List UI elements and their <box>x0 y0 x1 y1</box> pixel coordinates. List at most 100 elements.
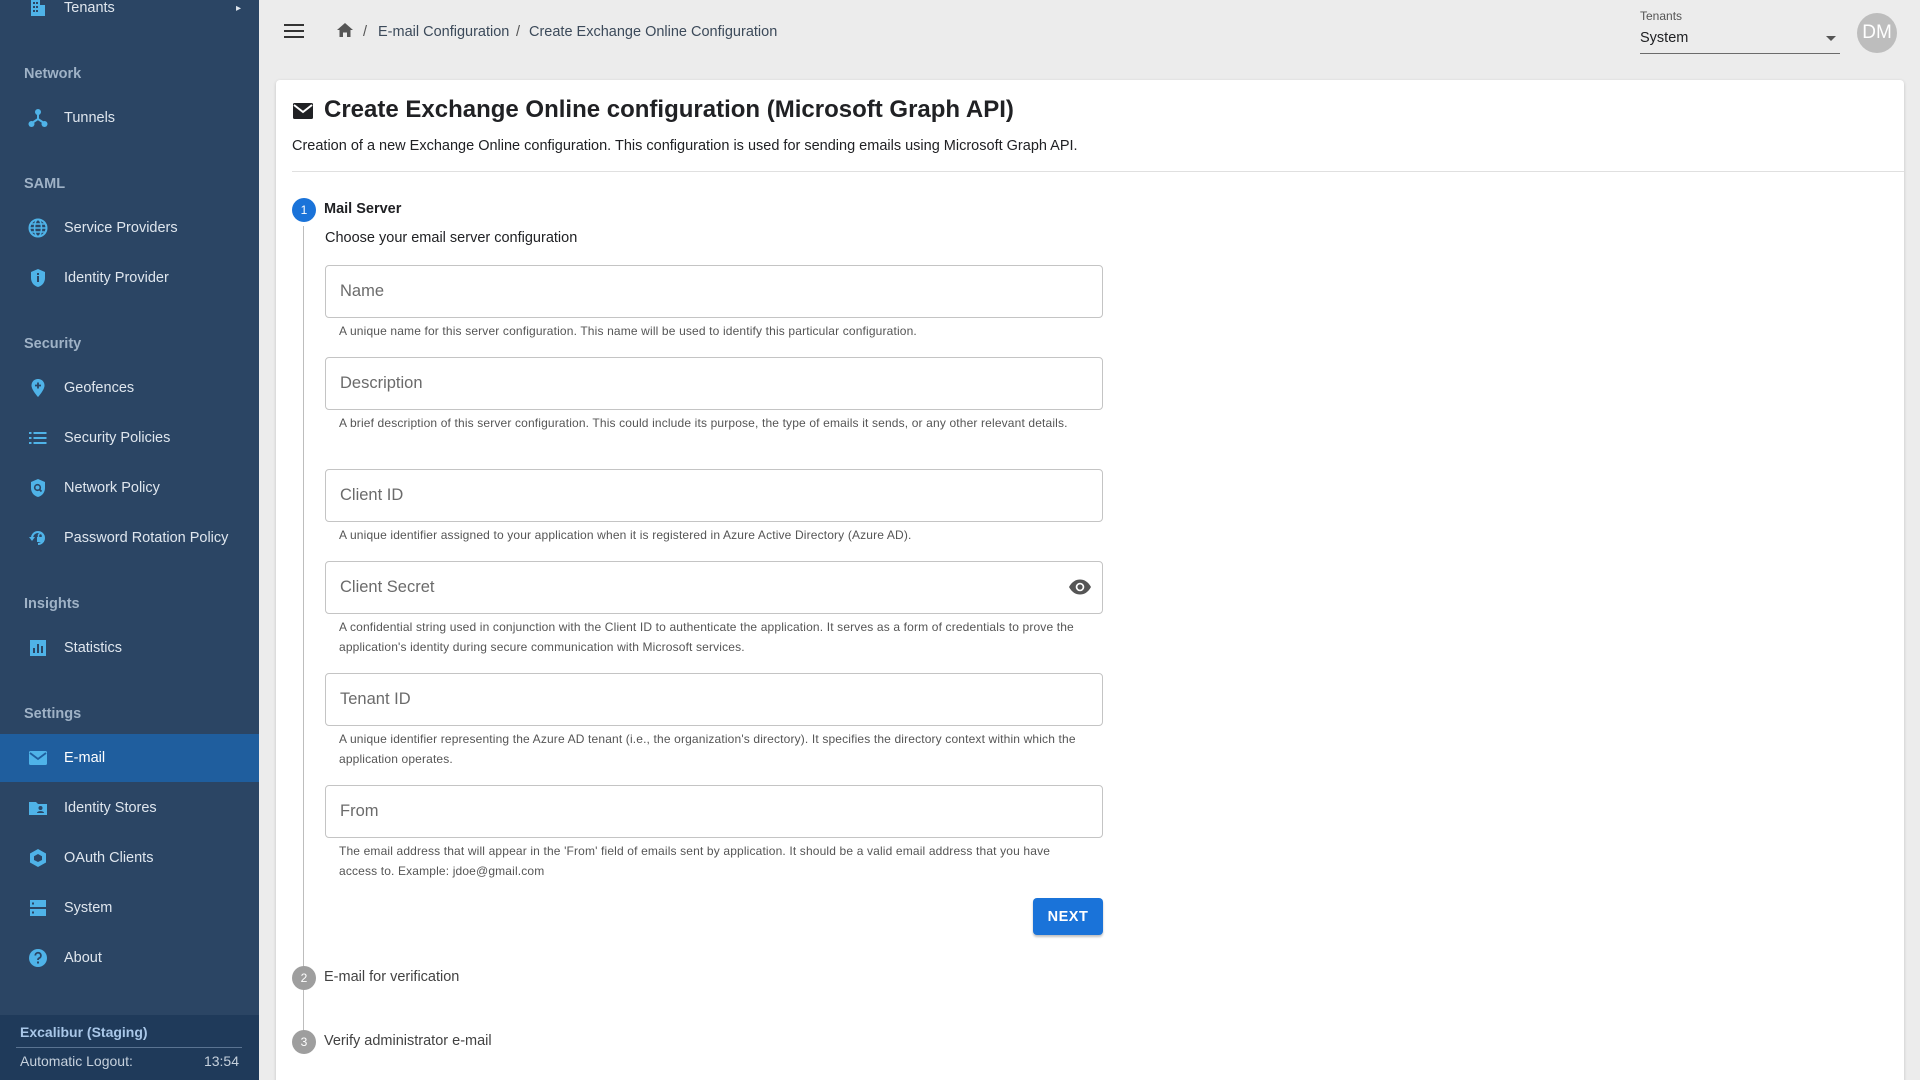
name-helper-text: A unique name for this server configurat… <box>339 324 917 338</box>
breadcrumb-separator: / <box>363 24 368 40</box>
folder-user-icon <box>27 797 49 819</box>
mail-icon <box>292 102 314 125</box>
step-2-label[interactable]: E-mail for verification <box>324 969 459 985</box>
tenant-id-field[interactable] <box>325 673 1103 726</box>
automatic-logout-timer: 13:54 <box>203 1053 239 1069</box>
from-helper-text: The email address that will appear in th… <box>339 844 1051 878</box>
section-title-insights: Insights <box>24 596 80 612</box>
sidebar-item-network-policy[interactable]: Network Policy <box>0 464 259 512</box>
name-input[interactable] <box>340 266 1070 317</box>
step-3-indicator: 3 <box>292 1030 316 1054</box>
from-input[interactable] <box>340 786 1070 837</box>
sidebar-item-identity-stores[interactable]: Identity Stores <box>0 784 259 832</box>
sidebar-item-service-providers[interactable]: Service Providers <box>0 204 259 252</box>
bar-chart-icon <box>27 637 49 659</box>
globe-icon <box>27 217 49 239</box>
step-1-label: Mail Server <box>324 201 402 217</box>
sidebar-item-label: About <box>64 950 102 966</box>
chevron-right-icon: ▸ <box>235 2 241 14</box>
help-circle-icon <box>27 947 49 969</box>
hexagon-icon <box>27 847 49 869</box>
client-id-input[interactable] <box>340 470 1070 521</box>
from-field[interactable] <box>325 785 1103 838</box>
client-id-field[interactable] <box>325 469 1103 522</box>
sidebar-item-label: Service Providers <box>64 220 178 236</box>
step-2-indicator: 2 <box>292 966 316 990</box>
sidebar-item-identity-provider[interactable]: Identity Provider <box>0 254 259 302</box>
sidebar-item-email[interactable]: E-mail <box>0 734 259 782</box>
list-icon <box>27 427 49 449</box>
main-card: Create Exchange Online configuration (Mi… <box>276 80 1904 1080</box>
sidebar-item-label: Tenants <box>64 0 115 16</box>
sidebar-item-about[interactable]: About <box>0 934 259 982</box>
mail-icon <box>27 747 49 769</box>
sidebar-item-label: Tunnels <box>64 110 116 126</box>
shield-info-icon <box>27 267 49 289</box>
sidebar-item-password-rotation-policy[interactable]: Password Rotation Policy <box>0 514 259 562</box>
client-id-helper-text: A unique identifier assigned to your app… <box>339 528 912 542</box>
sidebar-item-label: E-mail <box>64 750 106 766</box>
tenant-select[interactable]: Tenants System <box>1640 8 1840 54</box>
breadcrumb-current: Create Exchange Online Configuration <box>529 24 778 40</box>
sidebar-item-statistics[interactable]: Statistics <box>0 624 259 672</box>
sidebar-item-geofences[interactable]: Geofences <box>0 364 259 412</box>
description-input[interactable] <box>340 358 1070 409</box>
sidebar-item-label: Network Policy <box>64 480 160 496</box>
client-secret-field[interactable] <box>325 561 1103 614</box>
top-bar: / E-mail Configuration / Create Exchange… <box>259 0 1920 66</box>
next-button[interactable]: NEXT <box>1033 898 1103 935</box>
tenant-id-helper-text: A unique identifier representing the Azu… <box>339 732 1076 766</box>
dropdown-arrow-icon <box>1826 36 1836 41</box>
divider <box>292 171 1904 172</box>
step-1-indicator: 1 <box>292 198 316 222</box>
description-field[interactable] <box>325 357 1103 410</box>
sidebar-item-label: Identity Provider <box>64 270 169 286</box>
sidebar-item-label: Statistics <box>64 640 123 656</box>
sidebar-item-tunnels[interactable]: Tunnels <box>0 94 259 142</box>
page-title: Create Exchange Online configuration (Mi… <box>324 96 1014 123</box>
server-icon <box>27 897 49 919</box>
sidebar-item-label: System <box>64 900 113 916</box>
section-title-saml: SAML <box>24 176 66 192</box>
client-secret-helper-text: A confidential string used in conjunctio… <box>339 620 1074 654</box>
sidebar-item-label: Password Rotation Policy <box>64 530 229 546</box>
sidebar-item-security-policies[interactable]: Security Policies <box>0 414 259 462</box>
footer-divider <box>16 1047 242 1048</box>
section-title-settings: Settings <box>24 706 82 722</box>
environment-name: Excalibur (Staging) <box>20 1024 148 1040</box>
lock-reset-icon <box>27 527 49 549</box>
step-connector <box>303 226 304 1034</box>
tunnel-icon <box>27 107 49 129</box>
step-3-label[interactable]: Verify administrator e-mail <box>324 1033 492 1049</box>
name-field[interactable] <box>325 265 1103 318</box>
shield-search-icon <box>27 477 49 499</box>
menu-icon[interactable] <box>281 20 307 44</box>
sidebar-item-oauth-clients[interactable]: OAuth Clients <box>0 834 259 882</box>
sidebar-item-label: Geofences <box>64 380 135 396</box>
location-pin-icon <box>27 377 49 399</box>
visibility-icon[interactable] <box>1068 578 1092 598</box>
client-secret-input[interactable] <box>340 562 1070 613</box>
sidebar-item-system[interactable]: System <box>0 884 259 932</box>
sidebar-item-label: OAuth Clients <box>64 850 154 866</box>
sidebar-item-tenants[interactable]: Tenants ▸ <box>0 0 259 32</box>
automatic-logout-label: Automatic Logout: <box>20 1053 133 1069</box>
step-1-description: Choose your email server configuration <box>325 230 578 246</box>
sidebar: Tenants ▸ Network Tunnels SAML Service P… <box>0 0 259 1080</box>
tenant-select-label: Tenants <box>1640 9 1683 23</box>
breadcrumb-email-configuration[interactable]: E-mail Configuration <box>378 24 509 40</box>
sidebar-item-label: Security Policies <box>64 430 171 446</box>
tenant-select-value: System <box>1640 30 1689 46</box>
avatar[interactable]: DM <box>1857 13 1897 53</box>
sidebar-footer: Excalibur (Staging) Automatic Logout: 13… <box>0 1015 259 1080</box>
section-title-network: Network <box>24 66 82 82</box>
page-subtitle: Creation of a new Exchange Online config… <box>292 138 1078 154</box>
section-title-security: Security <box>24 336 82 352</box>
home-icon[interactable] <box>336 22 354 43</box>
breadcrumb-separator: / <box>516 24 521 40</box>
step-connector <box>303 994 304 1020</box>
tenant-id-input[interactable] <box>340 674 1070 725</box>
sidebar-item-label: Identity Stores <box>64 800 157 816</box>
description-helper-text: A brief description of this server confi… <box>339 416 1068 430</box>
building-icon <box>27 0 49 19</box>
